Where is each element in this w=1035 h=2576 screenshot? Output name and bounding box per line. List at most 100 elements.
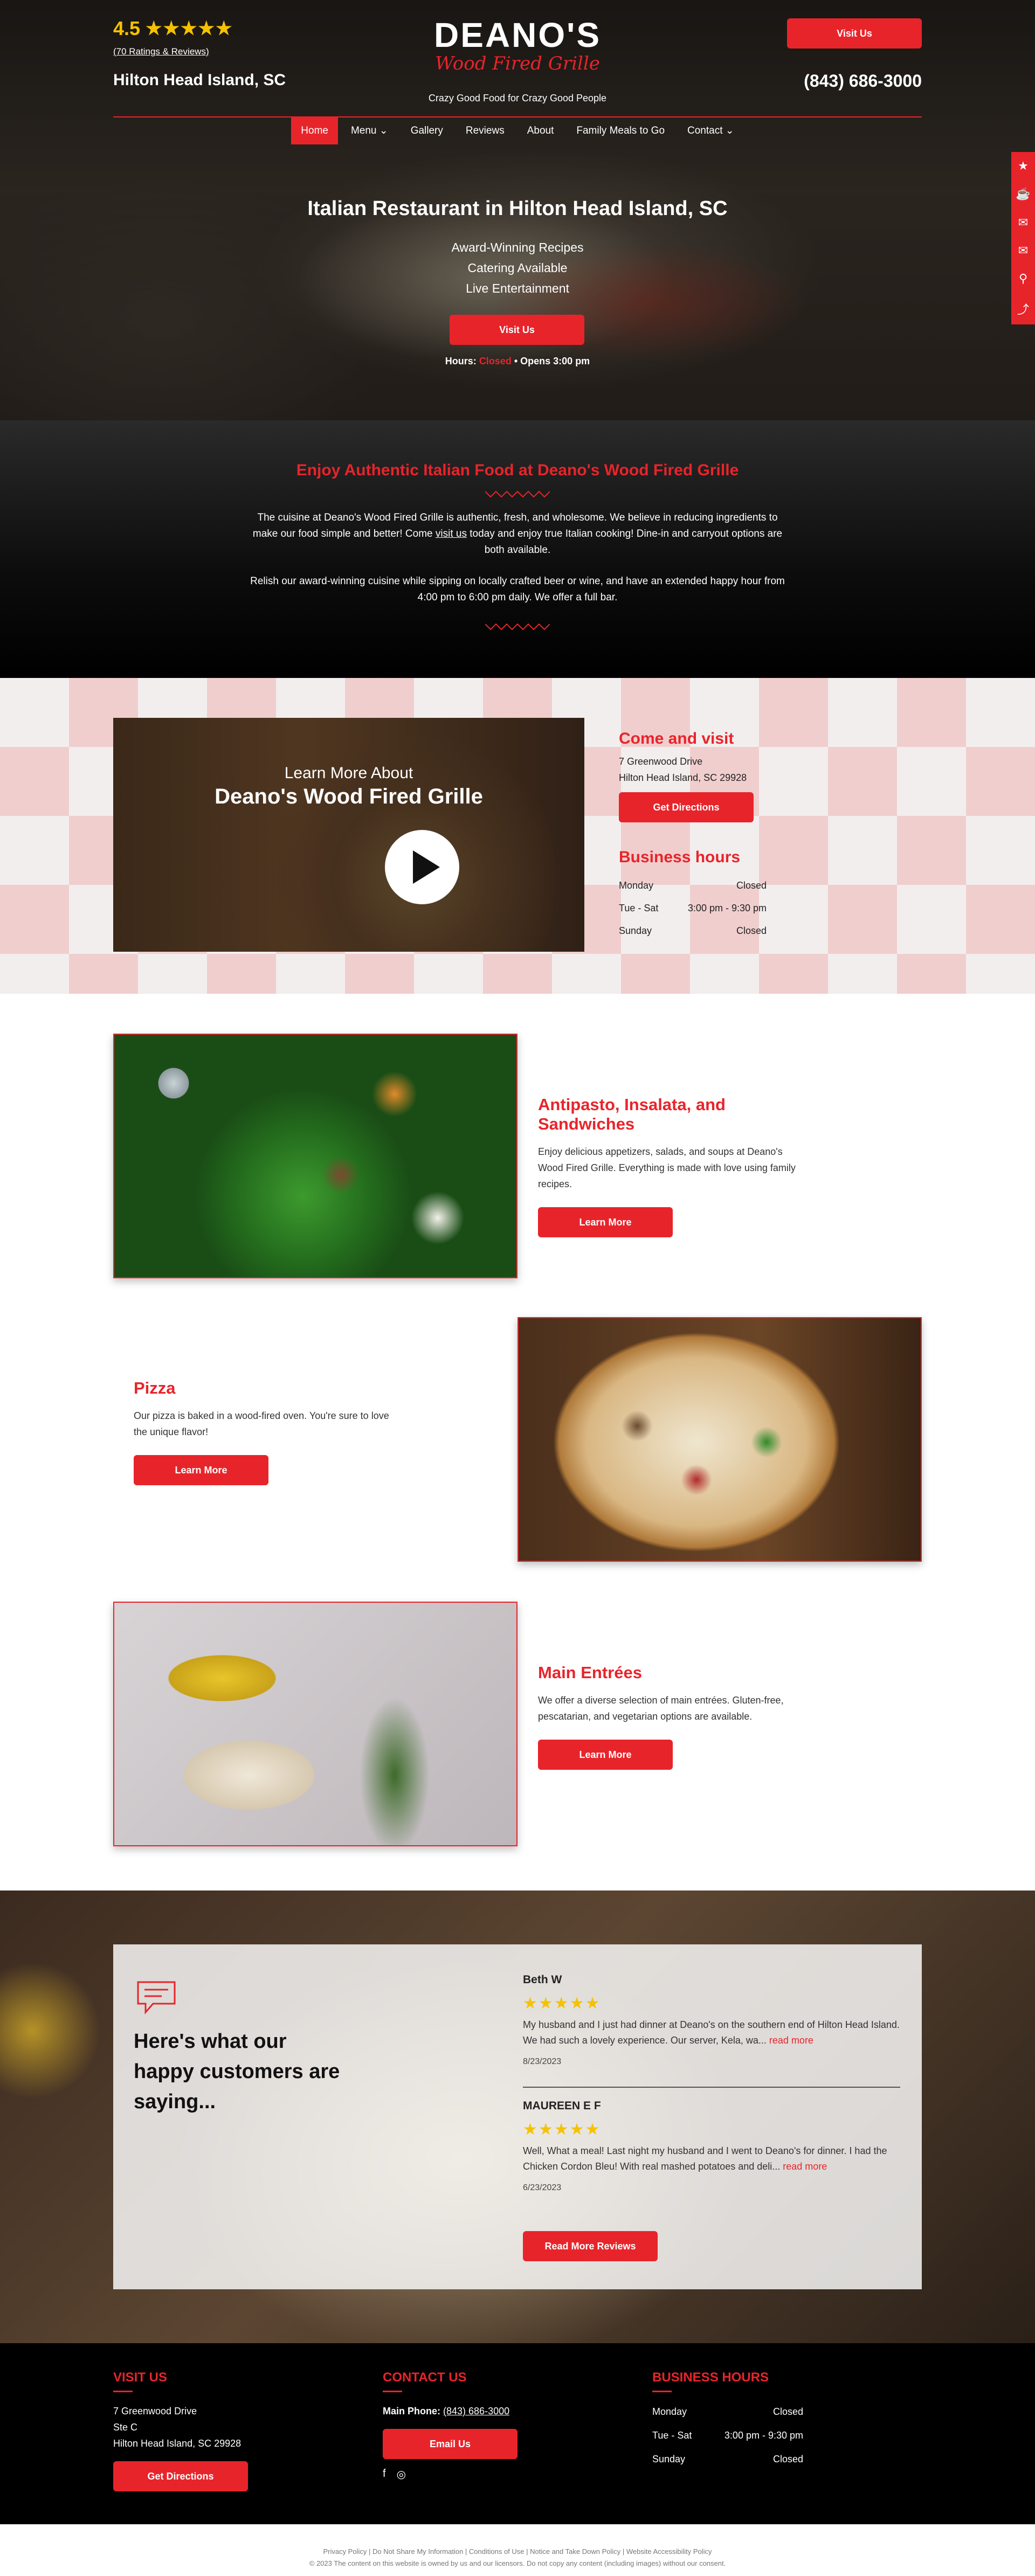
play-icon[interactable] [385, 830, 459, 904]
visit-address: 7 Greenwood Drive Hilton Head Island, SC… [619, 753, 781, 786]
header-location: Hilton Head Island, SC [113, 71, 286, 89]
video-overlay [113, 718, 584, 952]
rating-summary: 4.5 ★★★★★ [113, 17, 233, 40]
hero-section: 4.5 ★★★★★ (70 Ratings & Reviews) Hilton … [0, 0, 1035, 420]
visit-section: Learn More About Deano's Wood Fired Gril… [0, 678, 1035, 994]
address-line: 7 Greenwood Drive [113, 2406, 197, 2416]
hours-status: Closed [479, 356, 512, 366]
address-line: 7 Greenwood Drive [619, 756, 703, 767]
legal-links[interactable]: Privacy Policy | Do Not Share My Informa… [0, 2546, 1035, 2558]
hero-feature: Catering Available [467, 261, 568, 275]
read-more-reviews-button[interactable]: Read More Reviews [523, 2231, 658, 2261]
menu-item-description: Enjoy delicious appetizers, salads, and … [538, 1146, 796, 1189]
rating-value: 4.5 [113, 17, 141, 39]
hours-day: Sunday [652, 2454, 686, 2464]
visit-us-link[interactable]: visit us [436, 528, 467, 539]
reviewer-name: Beth W [523, 1973, 562, 1986]
review-text: Well, What a meal! Last night my husband… [523, 2145, 887, 2172]
nav-item-home[interactable]: Home [291, 117, 338, 144]
learn-more-button[interactable]: Learn More [538, 1740, 673, 1770]
header-visit-button[interactable]: Visit Us [787, 18, 922, 49]
hours-time: 3:00 pm - 9:30 pm [724, 2430, 803, 2441]
hours-row: Tue - Sat 3:00 pm - 9:30 pm [652, 2423, 803, 2447]
facebook-icon[interactable]: f [383, 2468, 386, 2481]
menu-item-pizza: Pizza Our pizza is baked in a wood-fired… [134, 1379, 392, 1485]
nav-item-gallery[interactable]: Gallery [401, 117, 453, 144]
hero-feature: Live Entertainment [466, 281, 569, 295]
read-more-link[interactable]: read more [769, 2035, 813, 2046]
review-item: Beth W ★★★★★ My husband and I just had d… [523, 1973, 900, 2067]
hero-heading: Italian Restaurant in Hilton Head Island… [307, 197, 728, 220]
menu-item-title: Antipasto, Insalata, and Sandwiches [538, 1095, 726, 1133]
hours-row: Sunday Closed [619, 919, 767, 942]
footer-address: 7 Greenwood Drive Ste C Hilton Head Isla… [113, 2403, 248, 2452]
footer-contact: CONTACT US Main Phone: (843) 686-3000 Em… [383, 2370, 518, 2481]
logo-script: Wood Fired Grille [435, 53, 600, 74]
hours-day: Monday [652, 2406, 687, 2417]
hours-next: • Opens 3:00 pm [514, 356, 590, 366]
nav-item-contact[interactable]: Contact ⌄ [678, 117, 744, 144]
footer-phone-link[interactable]: (843) 686-3000 [443, 2406, 509, 2416]
zigzag-divider-icon [485, 490, 550, 498]
hours-day: Tue - Sat [619, 903, 659, 913]
menu-item-description: Our pizza is baked in a wood-fired oven.… [134, 1410, 389, 1437]
get-directions-button[interactable]: Get Directions [619, 792, 754, 822]
read-more-link[interactable]: read more [783, 2161, 827, 2172]
legal-bar: Privacy Policy | Do Not Share My Informa… [0, 2524, 1035, 2576]
learn-more-button[interactable]: Learn More [134, 1455, 268, 1485]
reviewer-name: MAUREEN E F [523, 2100, 601, 2112]
menu-section: Antipasto, Insalata, and Sandwiches Enjo… [0, 994, 1035, 1891]
ratings-reviews-link[interactable]: (70 Ratings & Reviews) [113, 46, 209, 57]
footer-hours-heading: BUSINESS HOURS [652, 2370, 769, 2385]
review-stars-icon: ★★★★★ [523, 2121, 601, 2138]
pizza-image [518, 1317, 922, 1562]
nav-item-reviews[interactable]: Reviews [456, 117, 514, 144]
footer-phone: Main Phone: (843) 686-3000 [383, 2406, 510, 2416]
header-phone[interactable]: (843) 686-3000 [804, 71, 922, 91]
instagram-icon[interactable]: ◎ [397, 2468, 406, 2481]
hero-feature: Award-Winning Recipes [451, 240, 584, 254]
hours-time: 3:00 pm - 9:30 pm [687, 903, 767, 913]
intro-section: Enjoy Authentic Italian Food at Deano's … [0, 420, 1035, 678]
menu-item-title: Main Entrées [538, 1663, 642, 1682]
hours-time: Closed [772, 2454, 803, 2464]
rating-stars-icon: ★★★★★ [146, 18, 233, 39]
hero-visit-button[interactable]: Visit Us [450, 315, 584, 345]
reviews-section: Here's what our happy customers are sayi… [0, 1891, 1035, 2343]
reviews-card: Here's what our happy customers are sayi… [113, 1944, 922, 2289]
nav-item-about[interactable]: About [518, 117, 564, 144]
visit-info: Come and visit 7 Greenwood Drive Hilton … [619, 730, 781, 942]
share-icon[interactable]: ⤴ [1017, 300, 1029, 317]
footer-hours: BUSINESS HOURS Monday Closed Tue - Sat 3:0… [652, 2370, 803, 2471]
review-date: 6/23/2023 [523, 2183, 562, 2192]
heading-underline [652, 2391, 672, 2392]
heading-underline [383, 2391, 402, 2392]
zigzag-divider-icon [485, 623, 550, 631]
social-links: f ◎ [383, 2468, 518, 2481]
hours-label: Hours: [445, 356, 477, 366]
intro-paragraph-1: The cuisine at Deano's Wood Fired Grille… [252, 512, 783, 556]
star-icon[interactable]: ★ [1018, 159, 1029, 173]
main-entree-image [113, 1602, 518, 1846]
review-item: MAUREEN E F ★★★★★ Well, What a meal! Las… [523, 2100, 900, 2193]
address-line: Hilton Head Island, SC 29928 [113, 2438, 242, 2449]
review-text: My husband and I just had dinner at Dean… [523, 2019, 900, 2046]
site-logo[interactable]: DEANO'S Wood Fired Grille [410, 16, 625, 73]
review-divider [523, 2087, 900, 2088]
copyright-text: © 2023 The content on this website is ow… [309, 2559, 726, 2567]
nav-item-menu[interactable]: Menu ⌄ [341, 117, 398, 144]
hours-row: Monday Closed [619, 874, 767, 897]
address-line: Hilton Head Island, SC 29928 [619, 772, 747, 783]
nav-item-family-meals[interactable]: Family Meals to Go [567, 117, 674, 144]
learn-more-button[interactable]: Learn More [538, 1207, 673, 1237]
footer-visit: VISIT US 7 Greenwood Drive Ste C Hilton … [113, 2370, 248, 2491]
about-video[interactable]: Learn More About Deano's Wood Fired Gril… [113, 718, 584, 952]
business-hours-table: Monday Closed Tue - Sat 3:00 pm - 9:30 pm … [619, 874, 767, 942]
come-visit-heading: Come and visit [619, 730, 734, 747]
hours-day: Sunday [619, 925, 652, 936]
intro-heading: Enjoy Authentic Italian Food at Deano's … [296, 461, 739, 479]
footer-directions-button[interactable]: Get Directions [113, 2461, 248, 2491]
business-hours-heading: Business hours [619, 848, 741, 866]
email-us-button[interactable]: Email Us [383, 2429, 518, 2459]
hero-hours: Hours: Closed • Opens 3:00 pm [0, 356, 1035, 367]
